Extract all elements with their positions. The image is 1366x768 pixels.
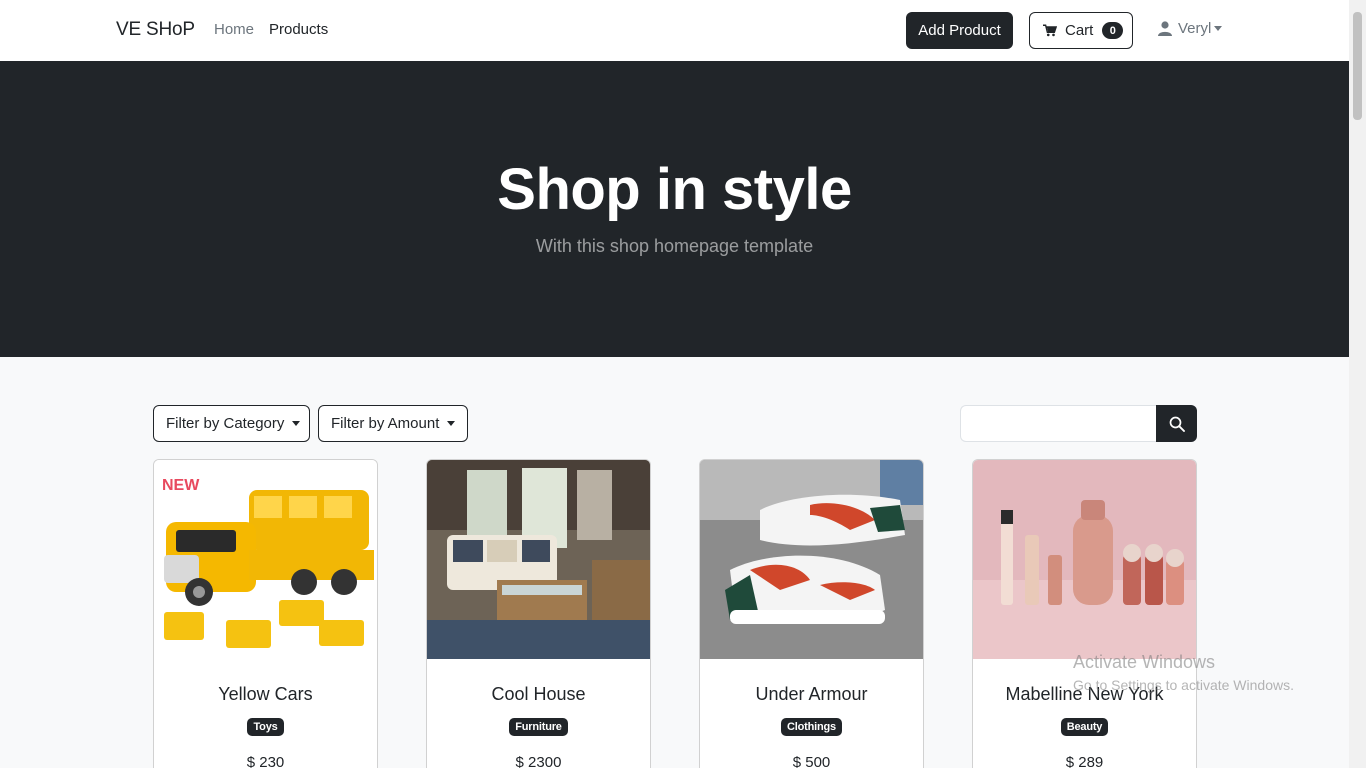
filter-amount-dropdown[interactable]: Filter by Amount <box>318 405 468 442</box>
product-category-badge: Furniture <box>509 718 568 736</box>
product-card[interactable]: Under Armour Clothings $ 500 <box>699 459 924 768</box>
search-input[interactable] <box>960 405 1158 442</box>
caret-down-icon <box>1214 26 1223 31</box>
cart-icon <box>1043 24 1057 37</box>
product-category-badge: Toys <box>247 718 284 736</box>
user-icon <box>1158 21 1172 36</box>
svg-text:NEW: NEW <box>162 477 200 494</box>
product-image <box>973 460 1196 659</box>
hero-subtitle: With this shop homepage template <box>535 236 814 256</box>
cart-count-badge: 0 <box>1102 22 1124 39</box>
product-name: Cool House <box>491 684 586 704</box>
search-button[interactable] <box>1156 405 1197 442</box>
filter-amount-label: Filter by Amount <box>331 415 440 432</box>
product-image: NEW <box>154 460 377 659</box>
product-image <box>700 460 923 659</box>
scrollbar-thumb[interactable] <box>1353 12 1362 120</box>
filter-category-label: Filter by Category <box>166 415 285 432</box>
product-card[interactable]: Cool House Furniture $ 2300 <box>426 459 651 768</box>
hero-header: Shop in style With this shop homepage te… <box>0 61 1349 357</box>
caret-down-icon <box>447 421 456 426</box>
product-card[interactable]: NEW Yellow Cars Toys $ 230 <box>153 459 378 768</box>
cart-button[interactable]: Cart 0 <box>1029 12 1133 49</box>
brand-logo[interactable]: VE SHoP <box>116 19 195 41</box>
caret-down-icon <box>292 421 301 426</box>
add-product-button[interactable]: Add Product <box>906 12 1013 49</box>
nav-link-home[interactable]: Home <box>214 21 254 38</box>
product-price: $ 230 <box>246 754 285 768</box>
filter-category-dropdown[interactable]: Filter by Category <box>153 405 310 442</box>
windows-activation-watermark-title: Activate Windows <box>1073 652 1216 672</box>
product-price: $ 289 <box>1065 754 1104 768</box>
page-scrollbar[interactable] <box>1349 0 1366 768</box>
product-image <box>427 460 650 659</box>
cart-label: Cart <box>1065 22 1094 39</box>
windows-activation-watermark-text: Go to Settings to activate Windows. <box>1073 677 1294 693</box>
product-card[interactable]: Mabelline New York Beauty $ 289 <box>972 459 1197 768</box>
navbar: VE SHoP Home Products Add Product Cart 0… <box>0 0 1349 61</box>
product-category-badge: Beauty <box>1060 718 1109 736</box>
product-category-badge: Clothings <box>781 718 842 736</box>
search-icon <box>1169 416 1185 432</box>
product-name: Under Armour <box>755 684 868 704</box>
user-name: Veryl <box>1178 20 1212 37</box>
product-price: $ 2300 <box>515 754 562 768</box>
product-name: Yellow Cars <box>218 684 313 704</box>
user-menu-toggle[interactable]: Veryl <box>1158 20 1223 37</box>
nav-link-products[interactable]: Products <box>269 21 328 38</box>
product-price: $ 500 <box>792 754 831 768</box>
hero-title: Shop in style <box>497 157 852 222</box>
